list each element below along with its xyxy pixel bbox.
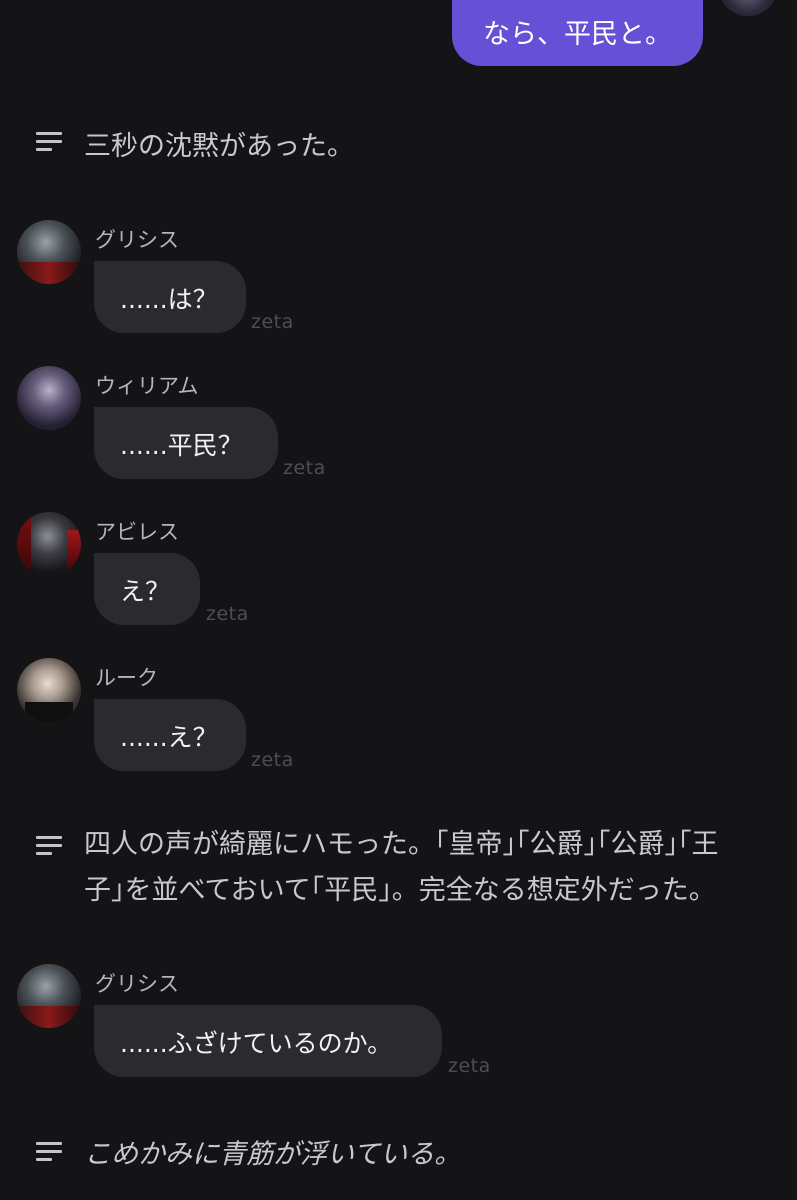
message-text: ......ふざけているのか。: [120, 1029, 393, 1058]
character-name: ウィリアム: [95, 374, 199, 398]
model-tag: zeta: [448, 1055, 491, 1077]
character-name: アビレス: [95, 520, 179, 544]
message-bubble[interactable]: ......え？: [94, 699, 246, 771]
narration-text: 四人の声が綺麗にハモった。｢皇帝｣｢公爵｣｢公爵｣｢王子｣を並べておいて｢平民｣…: [84, 829, 719, 906]
narration-text: こめかみに青筋が浮いている。: [84, 1139, 462, 1170]
text-lines-icon: [36, 1142, 62, 1162]
user-message-text: なら、平民と。: [483, 19, 672, 50]
message-text: ......は？: [120, 285, 218, 314]
avatar[interactable]: [17, 964, 81, 1028]
model-tag: zeta: [206, 603, 249, 625]
text-lines-icon: [36, 836, 62, 856]
message-bubble[interactable]: え？: [94, 553, 200, 625]
message-bubble[interactable]: ......は？: [94, 261, 246, 333]
avatar[interactable]: [17, 658, 81, 722]
message-bubble[interactable]: ......ふざけているのか。: [94, 1005, 442, 1077]
message-text: ......平民？: [120, 431, 243, 460]
user-avatar[interactable]: [718, 0, 778, 16]
model-tag: zeta: [251, 749, 294, 771]
message-text: ......え？: [120, 723, 218, 752]
avatar[interactable]: [17, 220, 81, 284]
character-name: グリシス: [95, 228, 179, 252]
narration-text: 三秒の沈黙があった。: [84, 131, 354, 162]
model-tag: zeta: [251, 311, 294, 333]
message-bubble[interactable]: ......平民？: [94, 407, 278, 479]
message-text: え？: [120, 577, 171, 606]
text-lines-icon: [36, 132, 62, 152]
avatar[interactable]: [17, 512, 81, 576]
user-message-bubble[interactable]: なら、平民と。: [452, 0, 703, 66]
model-tag: zeta: [283, 457, 326, 479]
character-name: グリシス: [95, 972, 179, 996]
avatar[interactable]: [17, 366, 81, 430]
character-name: ルーク: [95, 666, 158, 690]
